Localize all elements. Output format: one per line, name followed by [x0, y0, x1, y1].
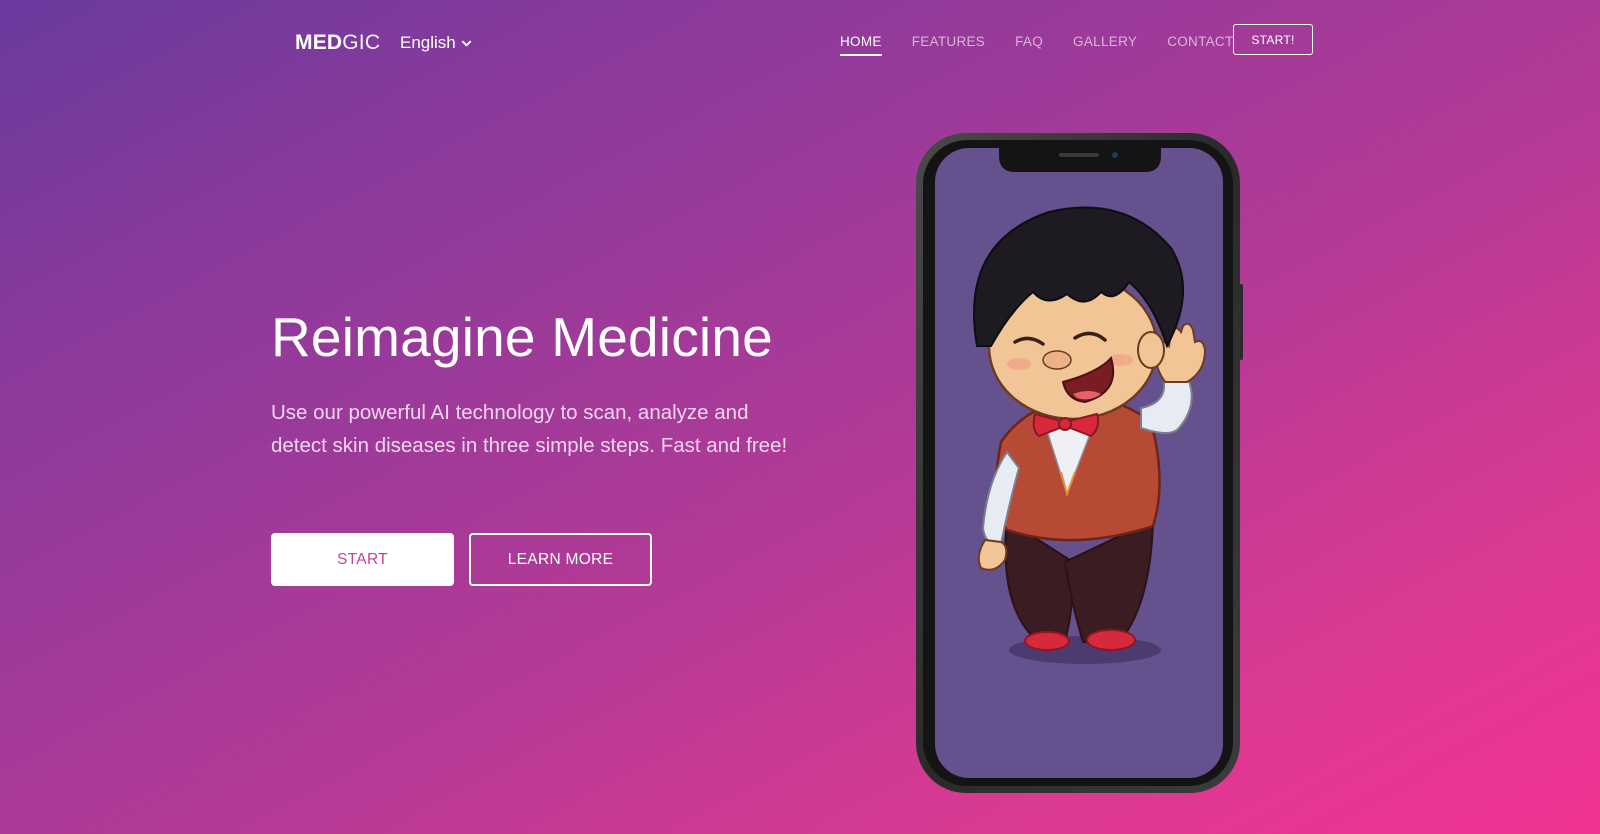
camera-icon: [1112, 152, 1118, 158]
language-selector[interactable]: English: [400, 33, 472, 53]
nav-item-contact[interactable]: CONTACT: [1167, 34, 1233, 56]
chevron-down-icon: [461, 40, 471, 46]
hero-description: Use our powerful AI technology to scan, …: [271, 401, 788, 457]
nav-item-gallery[interactable]: GALLERY: [1073, 34, 1137, 56]
phone-mockup: [916, 133, 1243, 793]
logo-bold-part: MED: [295, 31, 343, 54]
nav-item-home[interactable]: HOME: [840, 34, 882, 56]
navbar: MEDGIC English HOME FEATURES FAQ GALLERY…: [0, 0, 1600, 84]
start-button[interactable]: START: [271, 533, 454, 586]
brand-logo[interactable]: MEDGIC: [295, 31, 380, 55]
speaker-grille: [1059, 153, 1099, 157]
nav-item-faq[interactable]: FAQ: [1015, 34, 1043, 56]
learn-more-button[interactable]: LEARN MORE: [469, 533, 652, 586]
main-menu: HOME FEATURES FAQ GALLERY CONTACT: [840, 34, 1234, 56]
phone-notch: [999, 148, 1161, 172]
language-label: English: [400, 33, 456, 52]
hero-title: Reimagine Medicine: [271, 306, 773, 368]
nav-item-features[interactable]: FEATURES: [912, 34, 985, 56]
logo-light-part: GIC: [342, 31, 381, 54]
nav-start-button[interactable]: START!: [1233, 24, 1313, 55]
